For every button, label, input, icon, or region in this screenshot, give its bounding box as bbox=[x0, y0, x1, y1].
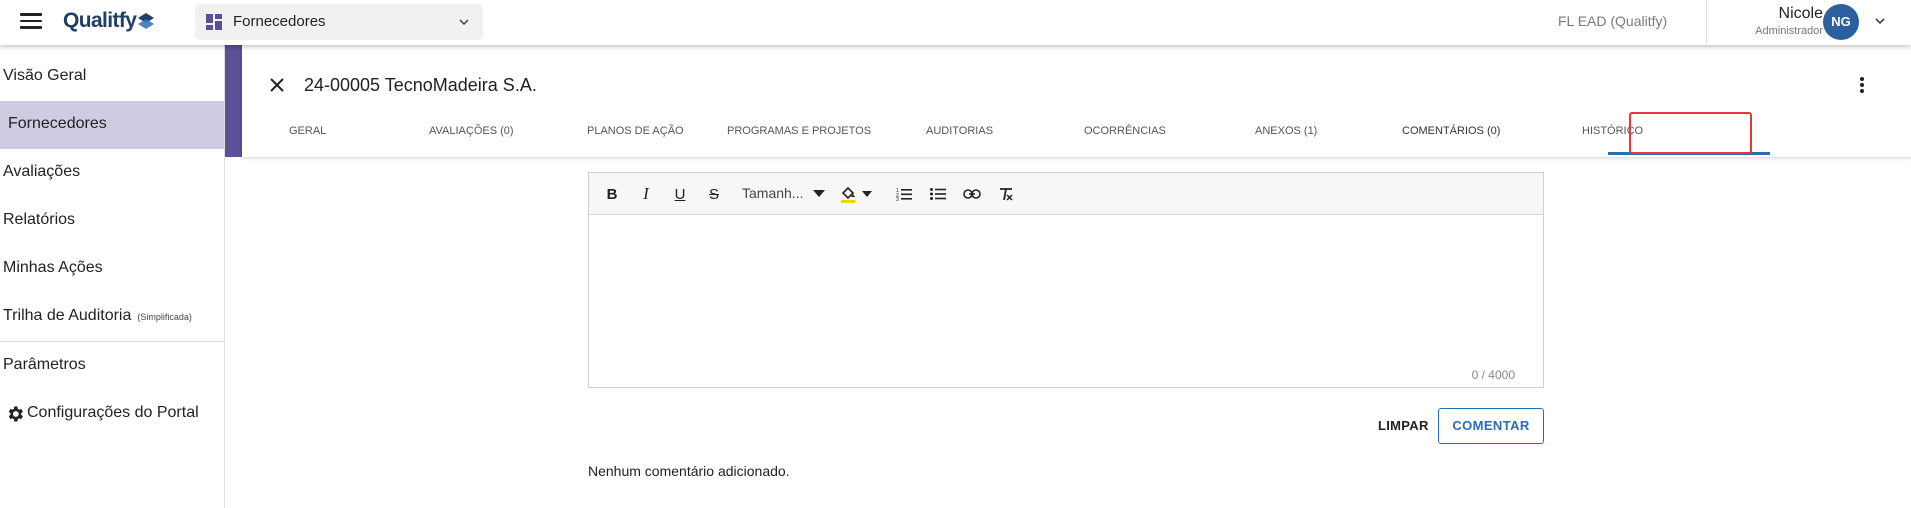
tab-ocorrencias[interactable]: OCORRÊNCIAS bbox=[1084, 125, 1166, 137]
tab-planos-de-acao[interactable]: PLANOS DE AÇÃO bbox=[587, 125, 684, 137]
sidebar-item-configuracoes-do-portal[interactable]: Configurações do Portal bbox=[0, 390, 224, 438]
close-icon[interactable] bbox=[267, 75, 287, 95]
sidebar-item-label: Trilha de Auditoria bbox=[3, 307, 132, 324]
module-selector[interactable]: Fornecedores bbox=[195, 4, 483, 40]
tab-auditorias[interactable]: AUDITORIAS bbox=[926, 125, 993, 137]
editor-toolbar: B I U S Tamanh... 123 bbox=[589, 173, 1543, 215]
page-title: 24-00005 TecnoMadeira S.A. bbox=[304, 75, 537, 95]
sidebar-item-label: Visão Geral bbox=[3, 67, 87, 84]
avatar[interactable]: NG bbox=[1823, 4, 1859, 40]
sidebar-item-parametros[interactable]: Parâmetros bbox=[0, 342, 224, 390]
caret-down-icon bbox=[813, 190, 826, 198]
italic-icon[interactable]: I bbox=[637, 184, 655, 203]
ordered-list-icon[interactable]: 123 bbox=[895, 185, 913, 203]
sidebar-item-fornecedores[interactable]: Fornecedores bbox=[0, 101, 224, 149]
dashboard-grid-icon bbox=[206, 14, 222, 30]
tab-programas-e-projetos[interactable]: PROGRAMAS E PROJETOS bbox=[727, 125, 871, 137]
user-name: Nicole bbox=[1778, 5, 1823, 22]
active-tab-indicator bbox=[1608, 152, 1770, 155]
topbar-divider bbox=[1706, 0, 1707, 45]
clear-button[interactable]: LIMPAR bbox=[1378, 418, 1429, 433]
record-accent-bar bbox=[225, 45, 242, 157]
sidebar-item-visao-geral[interactable]: Visão Geral bbox=[0, 53, 224, 101]
sidebar: Visão Geral Fornecedores Avaliações Rela… bbox=[0, 45, 225, 508]
tab-comentarios[interactable]: COMENTÁRIOS (0) bbox=[1402, 125, 1500, 137]
tab-geral[interactable]: GERAL bbox=[289, 125, 326, 137]
brand-logo[interactable]: Qualitfy bbox=[63, 9, 137, 33]
highlight-box bbox=[1629, 112, 1752, 154]
sidebar-item-note: (Simplificada) bbox=[137, 312, 192, 322]
char-counter: 0 / 4000 bbox=[1471, 368, 1515, 382]
tab-anexos[interactable]: ANEXOS (1) bbox=[1255, 125, 1317, 137]
tab-avaliacoes[interactable]: AVALIAÇÕES (0) bbox=[429, 125, 514, 137]
more-vert-icon[interactable] bbox=[1852, 75, 1872, 95]
sidebar-item-label: Fornecedores bbox=[8, 115, 107, 132]
chevron-down-icon bbox=[459, 19, 469, 26]
user-role: Administrador bbox=[1755, 25, 1823, 37]
sidebar-item-minhas-acoes[interactable]: Minhas Ações bbox=[0, 245, 224, 293]
menu-icon[interactable] bbox=[20, 13, 42, 31]
organization-name: FL EAD (Qualitfy) bbox=[1558, 13, 1668, 29]
module-selector-label: Fornecedores bbox=[233, 13, 326, 30]
sidebar-item-label: Configurações do Portal bbox=[27, 404, 199, 421]
comment-button[interactable]: COMENTAR bbox=[1438, 408, 1544, 444]
underline-icon[interactable]: U bbox=[671, 185, 689, 203]
sidebar-item-relatorios[interactable]: Relatórios bbox=[0, 197, 224, 245]
brand-mark-icon bbox=[138, 13, 154, 29]
bullet-list-icon[interactable] bbox=[929, 185, 947, 203]
gear-icon bbox=[8, 406, 23, 422]
sidebar-item-avaliacoes[interactable]: Avaliações bbox=[0, 149, 224, 197]
text-color-icon[interactable] bbox=[840, 185, 874, 203]
sidebar-item-label: Avaliações bbox=[3, 163, 81, 180]
comment-input[interactable]: 0 / 4000 bbox=[589, 216, 1543, 387]
user-menu-chevron-icon[interactable] bbox=[1873, 14, 1887, 28]
top-bar: Qualitfy Fornecedores FL EAD (Qualitfy) … bbox=[0, 0, 1911, 45]
link-icon[interactable] bbox=[963, 185, 981, 203]
sidebar-item-trilha-de-auditoria[interactable]: Trilha de Auditoria (Simplificada) bbox=[0, 293, 224, 341]
clear-format-icon[interactable] bbox=[997, 185, 1015, 203]
rich-text-editor: B I U S Tamanh... 123 0 / 4000 bbox=[588, 172, 1544, 388]
sidebar-item-label: Parâmetros bbox=[3, 356, 86, 373]
empty-comments-message: Nenhum comentário adicionado. bbox=[588, 463, 790, 479]
font-size-select-label: Tamanh... bbox=[742, 185, 804, 201]
sidebar-item-label: Relatórios bbox=[3, 211, 76, 228]
svg-text:3: 3 bbox=[896, 197, 899, 201]
strikethrough-icon[interactable]: S bbox=[705, 185, 723, 203]
font-size-select[interactable]: Tamanh... bbox=[742, 185, 826, 201]
bold-icon[interactable]: B bbox=[603, 185, 621, 203]
record-header: 24-00005 TecnoMadeira S.A. GERAL AVALIAÇ… bbox=[242, 45, 1911, 157]
tab-historico[interactable]: HISTÓRICO bbox=[1582, 125, 1643, 137]
sidebar-item-label: Minhas Ações bbox=[3, 259, 103, 276]
